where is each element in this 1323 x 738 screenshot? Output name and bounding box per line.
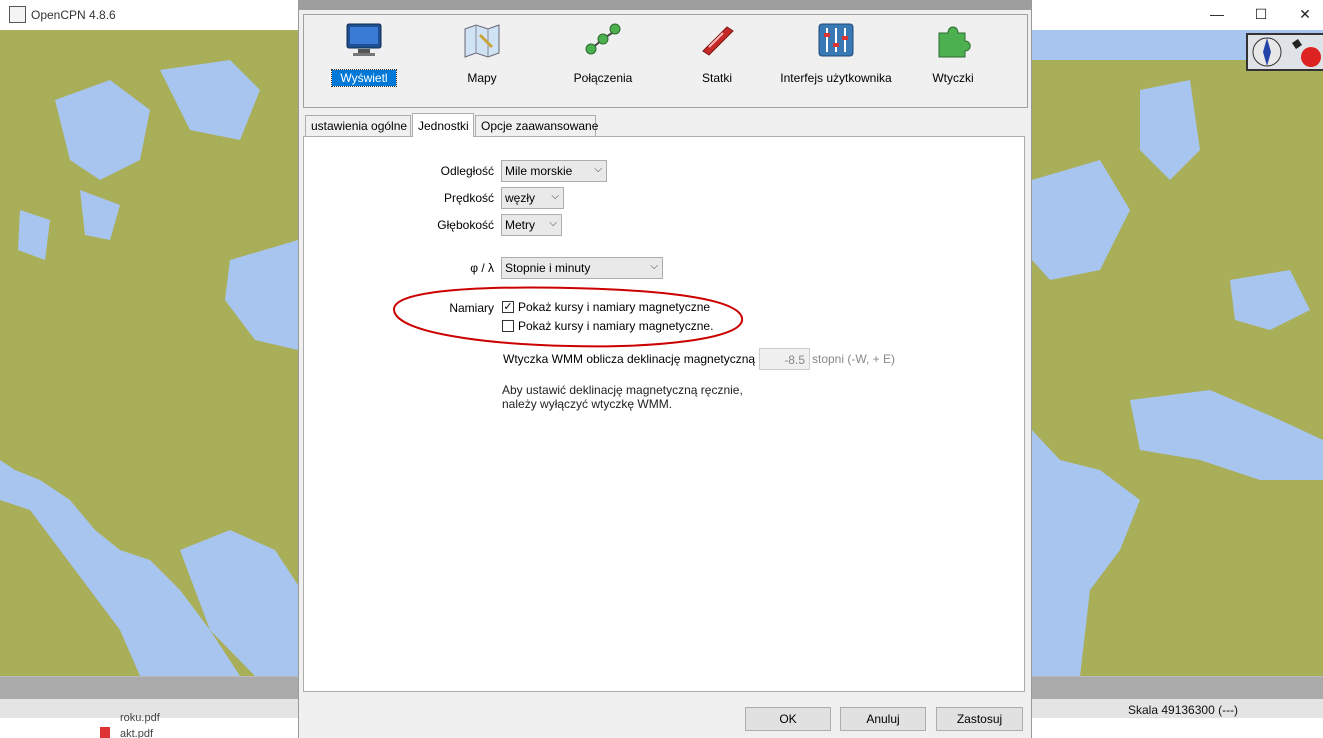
declination-input[interactable]: -8.5 xyxy=(759,348,810,370)
latlon-format-select[interactable]: Stopnie i minuty ⌵ xyxy=(501,257,663,279)
distance-value: Mile morskie xyxy=(505,164,573,178)
app-title: OpenCPN 4.8.6 xyxy=(31,8,116,22)
file-item[interactable]: roku.pdf xyxy=(120,712,160,724)
wmm-label: Wtyczka WMM oblicza deklinację magnetycz… xyxy=(503,352,756,366)
category-label: Mapy xyxy=(467,71,497,85)
pdf-file-icon xyxy=(100,727,110,738)
category-ships[interactable]: Statki xyxy=(690,21,744,86)
declination-units: stopni (-W, + E) xyxy=(812,352,896,366)
ok-button[interactable]: OK xyxy=(745,707,831,731)
chevron-down-icon: ⌵ xyxy=(549,218,557,229)
tab-advanced[interactable]: Opcje zaawansowane xyxy=(475,115,598,136)
category-label: Statki xyxy=(701,71,732,85)
latlon-label: φ / λ xyxy=(470,261,494,275)
wmm-note-line-1: Aby ustawić deklinację magnetyczną ręczn… xyxy=(502,383,743,397)
chevron-down-icon: ⌵ xyxy=(551,191,559,202)
category-label: Wyświetl xyxy=(331,69,397,87)
chevron-down-icon: ⌵ xyxy=(650,261,658,272)
options-dialog: Wyświetl Mapy Połączenia Statki Interfej… xyxy=(298,0,1032,738)
units-panel: Odległość Mile morskie ⌵ Prędkość węzły … xyxy=(303,136,1025,692)
category-plugins[interactable]: Wtyczki xyxy=(926,21,980,86)
magnetic-bearings-checkbox-2[interactable] xyxy=(502,320,514,332)
close-button[interactable]: ✕ xyxy=(1283,3,1323,25)
tab-general-settings[interactable]: ustawienia ogólne xyxy=(305,115,411,136)
ship-icon xyxy=(702,26,734,56)
distance-label: Odległość xyxy=(440,164,494,178)
magnetic-bearings-checkbox[interactable]: ✓ xyxy=(502,301,514,313)
puzzle-icon xyxy=(938,26,971,58)
compass-icon xyxy=(1252,37,1321,67)
category-charts[interactable]: Mapy xyxy=(450,21,514,86)
opencpn-logo-icon xyxy=(9,6,26,23)
map-icon xyxy=(464,24,500,58)
apply-button[interactable]: Zastosuj xyxy=(936,707,1023,731)
speed-label: Prędkość xyxy=(443,191,494,205)
scale-readout: Skala 49136300 (---) xyxy=(1128,703,1239,717)
cancel-button[interactable]: Anuluj xyxy=(840,707,926,731)
connections-icon xyxy=(585,23,621,55)
tab-units[interactable]: Jednostki xyxy=(412,113,474,137)
category-label: Wtyczki xyxy=(932,71,974,85)
sliders-icon xyxy=(818,23,854,57)
speed-value: węzły xyxy=(505,191,536,205)
compass-widget[interactable] xyxy=(1246,33,1323,71)
file-item[interactable]: akt.pdf xyxy=(120,728,153,738)
dialog-title-bar[interactable] xyxy=(299,0,1031,10)
depth-label: Głębokość xyxy=(437,218,494,232)
distance-select[interactable]: Mile morskie ⌵ xyxy=(501,160,607,182)
latlon-value: Stopnie i minuty xyxy=(505,261,591,275)
wmm-note-line-2: należy wyłączyć wtyczkę WMM. xyxy=(502,397,673,411)
category-connections[interactable]: Połączenia xyxy=(564,21,642,86)
magnetic-bearings-label-2[interactable]: Pokaż kursy i namiary magnetyczne. xyxy=(518,319,713,333)
chevron-down-icon: ⌵ xyxy=(594,164,602,175)
depth-value: Metry xyxy=(505,218,535,232)
maximize-button[interactable]: ☐ xyxy=(1239,3,1283,25)
monitor-icon xyxy=(346,23,382,56)
depth-select[interactable]: Metry ⌵ xyxy=(501,214,562,236)
speed-select[interactable]: węzły ⌵ xyxy=(501,187,564,209)
category-toolbar: Wyświetl Mapy Połączenia Statki Interfej… xyxy=(303,14,1028,108)
category-user-interface[interactable]: Interfejs użytkownika xyxy=(778,21,894,86)
category-label: Interfejs użytkownika xyxy=(780,71,892,85)
category-display[interactable]: Wyświetl xyxy=(331,21,397,87)
category-label: Połączenia xyxy=(573,71,633,85)
magnetic-bearings-label[interactable]: Pokaż kursy i namiary magnetyczne xyxy=(518,300,710,314)
bearings-label: Namiary xyxy=(449,301,494,315)
minimize-button[interactable]: — xyxy=(1195,3,1239,25)
